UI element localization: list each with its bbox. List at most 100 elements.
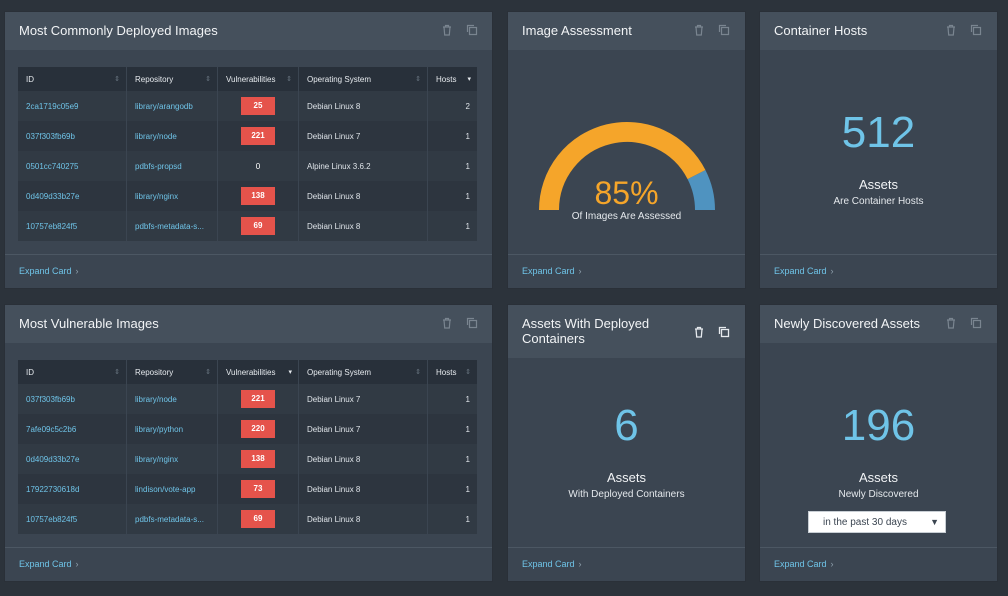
image-id-link[interactable]: 10757eb824f5 <box>18 211 127 241</box>
col-operating-system[interactable]: Operating System ⇕ <box>298 360 428 384</box>
expand-card-label: Expand Card <box>19 559 72 569</box>
container-hosts-card: Container Hosts 512 Assets Are Container… <box>759 11 998 289</box>
table-row[interactable]: 17922730618d lindison/vote-app 73 Debian… <box>18 474 478 504</box>
sort-desc-icon: ▾ <box>467 76 471 83</box>
chevron-right-icon: › <box>578 559 582 569</box>
trash-icon[interactable] <box>944 23 958 37</box>
card-header: Assets With Deployed Containers <box>508 305 745 358</box>
trash-icon[interactable] <box>944 316 958 330</box>
os-cell: Debian Linux 8 <box>298 211 428 241</box>
copy-icon[interactable] <box>717 23 731 37</box>
repository-link[interactable]: pdbfs-metadata-s... <box>126 504 218 534</box>
expand-card-link[interactable]: Expand Card › <box>19 266 79 276</box>
image-id-link[interactable]: 10757eb824f5 <box>18 504 127 534</box>
expand-card-link[interactable]: Expand Card › <box>522 559 582 569</box>
expand-card-label: Expand Card <box>522 266 575 276</box>
repository-link[interactable]: library/node <box>126 384 218 414</box>
sort-desc-icon: ▾ <box>288 369 292 376</box>
table-header-row: ID ⇕ Repository ⇕ Vulnerabilities ⇕ Operati… <box>18 67 478 91</box>
table-row[interactable]: 037f303fb69b library/node 221 Debian Lin… <box>18 121 478 151</box>
chevron-right-icon: › <box>830 559 834 569</box>
sort-icon: ⇕ <box>205 369 211 376</box>
stat-subtitle: Newly Discovered <box>838 489 919 500</box>
col-vulnerabilities[interactable]: Vulnerabilities ▾ <box>217 360 299 384</box>
copy-icon[interactable] <box>465 316 479 330</box>
col-hosts[interactable]: Hosts ▾ <box>427 67 478 91</box>
card-footer: Expand Card › <box>5 547 492 581</box>
vulnerability-badge: 138 <box>241 450 275 468</box>
image-id-link[interactable]: 037f303fb69b <box>18 121 127 151</box>
col-repository[interactable]: Repository ⇕ <box>126 360 218 384</box>
table-row[interactable]: 10757eb824f5 pdbfs-metadata-s... 69 Debi… <box>18 211 478 241</box>
repository-link[interactable]: library/node <box>126 121 218 151</box>
vulnerability-badge: 25 <box>241 97 275 115</box>
repository-link[interactable]: lindison/vote-app <box>126 474 218 504</box>
assessment-subtitle: Of Images Are Assessed <box>571 211 682 222</box>
vulnerability-badge: 69 <box>241 510 275 528</box>
table-row[interactable]: 037f303fb69b library/node 221 Debian Lin… <box>18 384 478 414</box>
image-id-link[interactable]: 2ca1719c05e9 <box>18 91 127 121</box>
trash-icon[interactable] <box>692 325 706 339</box>
hosts-cell: 2 <box>427 91 478 121</box>
image-id-link[interactable]: 037f303fb69b <box>18 384 127 414</box>
vulnerability-badge: 73 <box>241 480 275 498</box>
table-header-row: ID ⇕ Repository ⇕ Vulnerabilities ▾ Operati… <box>18 360 478 384</box>
col-os-label: Operating System <box>307 74 372 84</box>
hosts-cell: 1 <box>427 444 478 474</box>
table-row[interactable]: 0501cc740275 pdbfs-propsd 0 Alpine Linux… <box>18 151 478 181</box>
card-header: Most Vulnerable Images <box>5 305 492 343</box>
col-repository[interactable]: Repository ⇕ <box>126 67 218 91</box>
image-id-link[interactable]: 7afe09c5c2b6 <box>18 414 127 444</box>
image-id-link[interactable]: 0501cc740275 <box>18 151 127 181</box>
deployed-containers-count: 6 <box>614 401 639 450</box>
table-row[interactable]: 0d409d33b27e library/nginx 138 Debian Li… <box>18 181 478 211</box>
stat-label: Assets <box>858 177 898 192</box>
expand-card-link[interactable]: Expand Card › <box>774 559 834 569</box>
os-cell: Debian Linux 7 <box>298 384 428 414</box>
os-cell: Debian Linux 8 <box>298 91 428 121</box>
copy-icon[interactable] <box>969 23 983 37</box>
repository-link[interactable]: library/nginx <box>126 181 218 211</box>
trash-icon[interactable] <box>692 23 706 37</box>
col-vulnerabilities[interactable]: Vulnerabilities ⇕ <box>217 67 299 91</box>
image-id-link[interactable]: 17922730618d <box>18 474 127 504</box>
repository-link[interactable]: library/nginx <box>126 444 218 474</box>
repository-link[interactable]: library/arangodb <box>126 91 218 121</box>
table-row[interactable]: 10757eb824f5 pdbfs-metadata-s... 69 Debi… <box>18 504 478 534</box>
hosts-cell: 1 <box>427 121 478 151</box>
copy-icon[interactable] <box>717 325 731 339</box>
table-row[interactable]: 7afe09c5c2b6 library/python 220 Debian L… <box>18 414 478 444</box>
expand-card-label: Expand Card <box>774 559 827 569</box>
image-id-link[interactable]: 0d409d33b27e <box>18 181 127 211</box>
table-row[interactable]: 2ca1719c05e9 library/arangodb 25 Debian … <box>18 91 478 121</box>
trash-icon[interactable] <box>440 316 454 330</box>
col-id[interactable]: ID ⇕ <box>18 360 127 384</box>
col-hosts[interactable]: Hosts ⇕ <box>427 360 478 384</box>
repository-link[interactable]: library/python <box>126 414 218 444</box>
time-range-select[interactable]: in the past 30 days ▼ <box>808 511 946 533</box>
hosts-cell: 1 <box>427 181 478 211</box>
col-id[interactable]: ID ⇕ <box>18 67 127 91</box>
repository-link[interactable]: pdbfs-propsd <box>126 151 218 181</box>
image-id-link[interactable]: 0d409d33b27e <box>18 444 127 474</box>
sort-icon: ⇕ <box>114 76 120 83</box>
expand-card-link[interactable]: Expand Card › <box>19 559 79 569</box>
col-operating-system[interactable]: Operating System ⇕ <box>298 67 428 91</box>
expand-card-link[interactable]: Expand Card › <box>774 266 834 276</box>
repository-link[interactable]: pdbfs-metadata-s... <box>126 211 218 241</box>
vulnerability-cell: 69 <box>217 504 299 534</box>
copy-icon[interactable] <box>969 316 983 330</box>
os-cell: Alpine Linux 3.6.2 <box>298 151 428 181</box>
table-row[interactable]: 0d409d33b27e library/nginx 138 Debian Li… <box>18 444 478 474</box>
card-header: Most Commonly Deployed Images <box>5 12 492 50</box>
os-cell: Debian Linux 8 <box>298 181 428 211</box>
expand-card-link[interactable]: Expand Card › <box>522 266 582 276</box>
card-title: Assets With Deployed Containers <box>522 316 650 346</box>
trash-icon[interactable] <box>440 23 454 37</box>
hosts-cell: 1 <box>427 384 478 414</box>
os-cell: Debian Linux 8 <box>298 504 428 534</box>
vulnerability-cell: 73 <box>217 474 299 504</box>
copy-icon[interactable] <box>465 23 479 37</box>
vulnerability-badge: 138 <box>241 187 275 205</box>
os-cell: Debian Linux 8 <box>298 444 428 474</box>
